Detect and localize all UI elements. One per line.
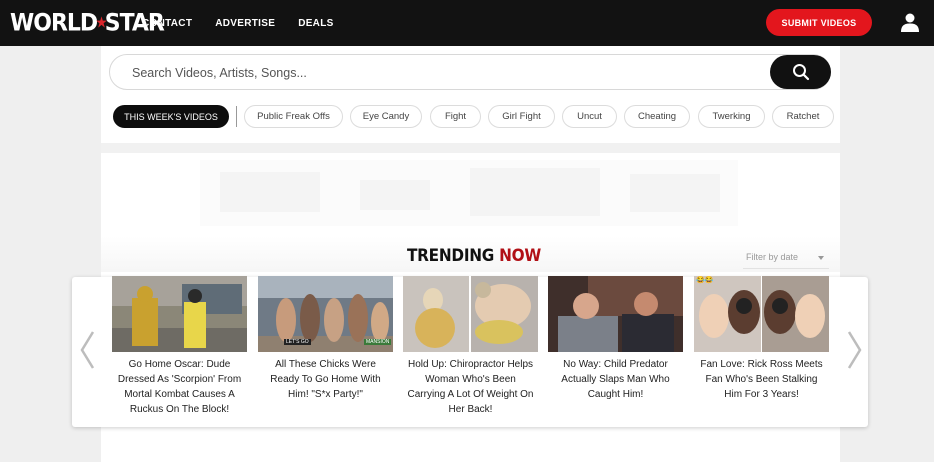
ad-banner: [200, 160, 738, 226]
user-icon[interactable]: [900, 12, 920, 32]
thumbnail-emoji: 😂😂: [696, 277, 714, 284]
video-caption: Fan Love: Rick Ross Meets Fan Who's Been…: [700, 359, 823, 400]
chip-eye-candy[interactable]: Eye Candy: [350, 105, 422, 128]
chip-cheating[interactable]: Cheating: [624, 105, 690, 128]
filter-underline: [743, 268, 829, 269]
search-button[interactable]: [770, 55, 831, 89]
chip-this-weeks-videos[interactable]: THIS WEEK'S VIDEOS: [113, 105, 229, 128]
video-caption: Hold Up: Chiropractor Helps Woman Who's …: [407, 359, 534, 415]
video-card[interactable]: Hold Up: Chiropractor Helps Woman Who's …: [403, 276, 538, 417]
chevron-down-icon: [818, 256, 824, 260]
chip-uncut[interactable]: Uncut: [562, 105, 617, 128]
divider-strip: [101, 143, 840, 153]
search-input[interactable]: [132, 63, 732, 83]
thumbnail-text: MANSION: [364, 339, 392, 345]
search-bar: [109, 54, 831, 90]
video-caption: Go Home Oscar: Dude Dressed As 'Scorpion…: [117, 359, 242, 415]
video-thumbnail: LET'S GO MANSION: [258, 276, 393, 352]
nav-links: CONTACT ADVERTISE DEALS: [142, 0, 357, 46]
video-card[interactable]: No Way: Child Predator Actually Slaps Ma…: [548, 276, 683, 402]
top-nav: WORLD ★ STAR CONTACT ADVERTISE DEALS SUBMI…: [0, 0, 934, 46]
filter-label: Filter by date: [746, 252, 799, 262]
thumbnail-text: LET'S GO: [284, 339, 311, 345]
video-card[interactable]: Go Home Oscar: Dude Dressed As 'Scorpion…: [112, 276, 247, 417]
chip-public-freak-offs[interactable]: Public Freak Offs: [244, 105, 343, 128]
video-caption: No Way: Child Predator Actually Slaps Ma…: [561, 359, 670, 400]
video-thumbnail: [548, 276, 683, 352]
search-icon: [792, 64, 809, 81]
filter-dropdown[interactable]: Filter by date: [746, 252, 824, 266]
chevron-left-icon[interactable]: [78, 330, 98, 370]
video-thumbnail: 😂😂: [694, 276, 829, 352]
logo-text-a: WORLD: [10, 9, 98, 37]
video-caption: All These Chicks Were Ready To Go Home W…: [270, 359, 381, 400]
site-logo[interactable]: WORLD ★ STAR: [10, 9, 165, 38]
trending-title: TRENDING NOW: [407, 246, 542, 266]
submit-videos-button[interactable]: SUBMIT VIDEOS: [766, 9, 872, 36]
nav-contact[interactable]: CONTACT: [142, 18, 192, 29]
video-card[interactable]: 😂😂 Fan Love: Rick Ross Meets Fan Who's B…: [694, 276, 829, 402]
chip-girl-fight[interactable]: Girl Fight: [488, 105, 555, 128]
chip-fight[interactable]: Fight: [430, 105, 481, 128]
video-card[interactable]: LET'S GO MANSION All These Chicks Were R…: [258, 276, 393, 402]
category-chips: THIS WEEK'S VIDEOS Public Freak Offs Eye…: [112, 105, 834, 129]
chip-divider: [236, 106, 237, 127]
nav-advertise[interactable]: ADVERTISE: [215, 18, 275, 29]
video-thumbnail: [112, 276, 247, 352]
chip-twerking[interactable]: Twerking: [698, 105, 765, 128]
video-thumbnail: [403, 276, 538, 352]
nav-deals[interactable]: DEALS: [298, 18, 333, 29]
chevron-right-icon[interactable]: [844, 330, 864, 370]
chip-ratchet[interactable]: Ratchet: [772, 105, 834, 128]
